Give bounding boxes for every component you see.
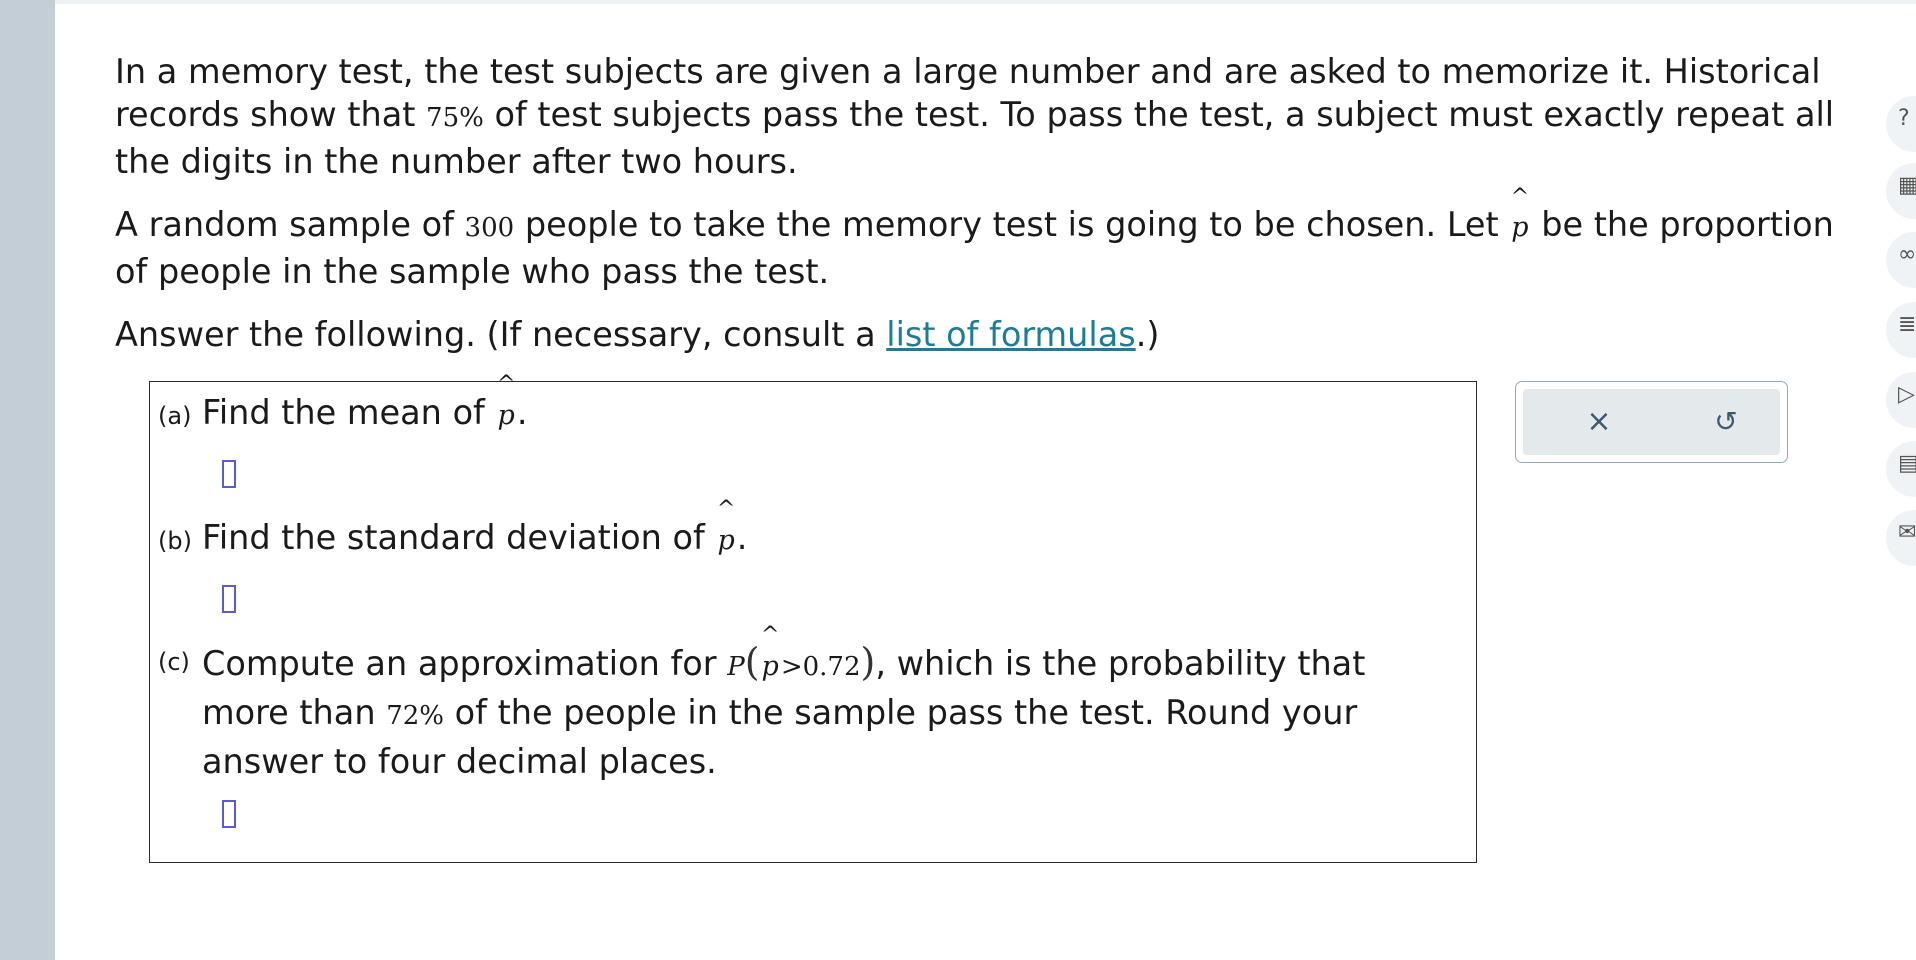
calculator-icon: ▦ xyxy=(1898,173,1916,198)
notes-button[interactable]: ≣ xyxy=(1886,302,1916,358)
p-hat-symbol: ^ p xyxy=(716,497,736,557)
formulas-link[interactable]: list of formulas xyxy=(886,315,1135,354)
question-b: (b) Find the standard deviation of ^ p. xyxy=(158,497,747,564)
sample-text-2: people to take the memory test is going … xyxy=(514,205,1510,244)
video-button[interactable]: ▷ xyxy=(1886,372,1916,428)
answer-tools-bar: × ↺ xyxy=(1523,389,1780,455)
comparison-value: >0.72 xyxy=(780,652,861,682)
video-icon: ▷ xyxy=(1898,382,1915,407)
answer-tools-panel: × ↺ xyxy=(1515,381,1788,463)
undo-icon: ↺ xyxy=(1714,404,1738,438)
sample-text-1: A random sample of xyxy=(115,205,465,244)
ebook-icon: ▤ xyxy=(1898,451,1916,476)
intro-paragraph: In a memory test, the test subjects are … xyxy=(115,50,1835,183)
help-button[interactable]: ? xyxy=(1886,96,1916,152)
p-hat-symbol: ^ p xyxy=(760,623,780,683)
question-tag: (a) xyxy=(158,402,192,430)
instructions-paragraph: Answer the following. (If necessary, con… xyxy=(115,315,1160,354)
ebook-button[interactable]: ▤ xyxy=(1886,441,1916,497)
answer-input-b[interactable] xyxy=(222,585,236,613)
close-icon: × xyxy=(1586,403,1612,439)
question-c: (c) Compute an approximation for P(^ p>0.7… xyxy=(158,623,1452,785)
threshold-percent: 72% xyxy=(386,701,444,731)
question-tag: (b) xyxy=(158,527,192,555)
p-hat-symbol: ^ p xyxy=(496,372,516,432)
left-rail xyxy=(0,0,55,960)
message-button[interactable]: ✉ xyxy=(1886,510,1916,566)
problem-statement: In a memory test, the test subjects are … xyxy=(115,50,1835,376)
question-tag: (c) xyxy=(158,648,190,676)
reader-button[interactable]: ∞ xyxy=(1886,232,1916,288)
hat-accent: ^ xyxy=(1510,185,1530,210)
clear-button[interactable]: × xyxy=(1579,401,1619,441)
probability-symbol: P xyxy=(727,652,745,682)
answer-input-c[interactable] xyxy=(222,800,236,828)
sample-paragraph: A random sample of 300 people to take th… xyxy=(115,185,1835,293)
calculator-button[interactable]: ▦ xyxy=(1886,163,1916,219)
question-a: (a) Find the mean of ^ p. xyxy=(158,372,527,439)
p-hat-symbol: ^ p xyxy=(1510,185,1530,244)
help-icon: ? xyxy=(1898,106,1910,131)
question-box: (a) Find the mean of ^ p. (b) Find the stan… xyxy=(149,372,1477,863)
reset-button[interactable]: ↺ xyxy=(1706,401,1746,441)
glasses-icon: ∞ xyxy=(1898,242,1916,267)
question-c-text: Compute an approximation for P(^ p>0.72),… xyxy=(202,623,1366,782)
top-strip xyxy=(55,0,1916,4)
notes-icon: ≣ xyxy=(1898,312,1916,337)
answer-input-a[interactable] xyxy=(222,460,236,488)
pass-rate: 75% xyxy=(426,103,484,133)
sample-size: 300 xyxy=(464,213,515,243)
mail-icon: ✉ xyxy=(1898,520,1916,545)
